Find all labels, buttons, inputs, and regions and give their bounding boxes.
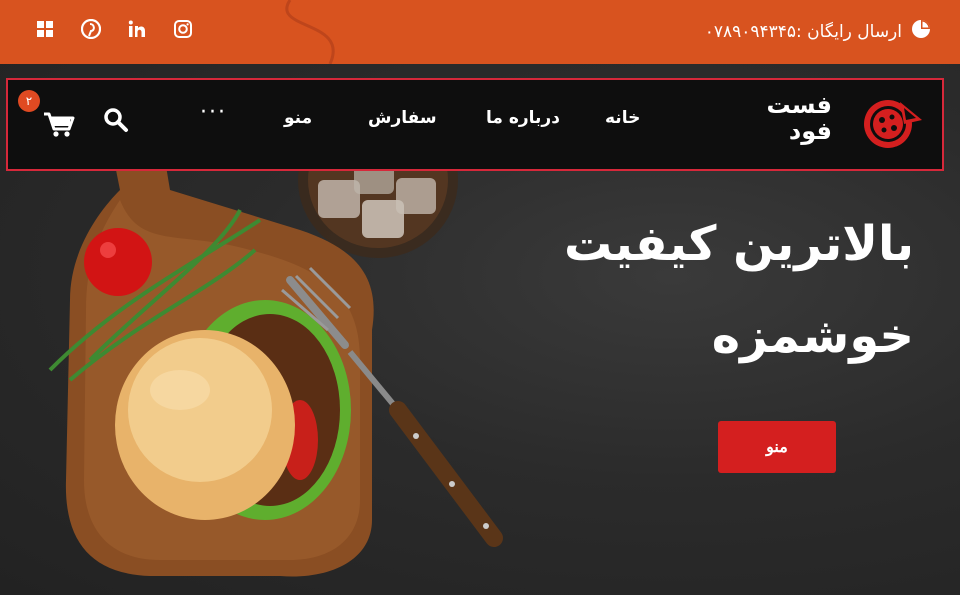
linkedin-icon[interactable]	[126, 18, 148, 40]
nav-link-about[interactable]: درباره ما	[486, 108, 560, 128]
pizza-logo-icon[interactable]	[860, 90, 924, 154]
menu-cta-button[interactable]: منو	[718, 421, 836, 473]
nav-link-home[interactable]: خانه	[605, 108, 640, 128]
shipping-text: ارسال رایگان :۰۷۸۹۰۹۴۳۴۵	[704, 21, 902, 42]
social-links	[34, 18, 194, 40]
nav-link-order[interactable]: سفارش	[368, 108, 437, 128]
main-navigation: ۲ ··· منو سفارش درباره ما خانه فست فود	[6, 78, 944, 171]
brand-line-1: فست	[766, 91, 832, 119]
top-bar: ارسال رایگان :۰۷۸۹۰۹۴۳۴۵	[0, 0, 960, 64]
headline-line-1: بالاترین کیفیت	[563, 216, 914, 272]
cart-count-badge: ۲	[18, 90, 40, 112]
pinterest-icon[interactable]	[80, 18, 102, 40]
windows-icon[interactable]	[34, 18, 56, 40]
instagram-icon[interactable]	[172, 18, 194, 40]
pie-chart-icon	[910, 18, 932, 45]
search-icon	[104, 108, 128, 132]
search-button[interactable]	[102, 106, 130, 134]
nav-link-menu[interactable]: منو	[284, 108, 312, 128]
cart-button[interactable]	[38, 102, 78, 142]
brand-name[interactable]: فست فود	[736, 92, 832, 144]
hero-headline: بالاترین کیفیت خوشمزه	[414, 198, 914, 382]
cart-icon	[44, 112, 75, 137]
decorative-string	[285, 0, 335, 64]
more-menu-button[interactable]: ···	[200, 100, 227, 125]
brand-line-2: فود	[788, 117, 832, 145]
free-shipping-info: ارسال رایگان :۰۷۸۹۰۹۴۳۴۵	[705, 18, 932, 45]
headline-line-2: خوشمزه	[711, 308, 914, 364]
